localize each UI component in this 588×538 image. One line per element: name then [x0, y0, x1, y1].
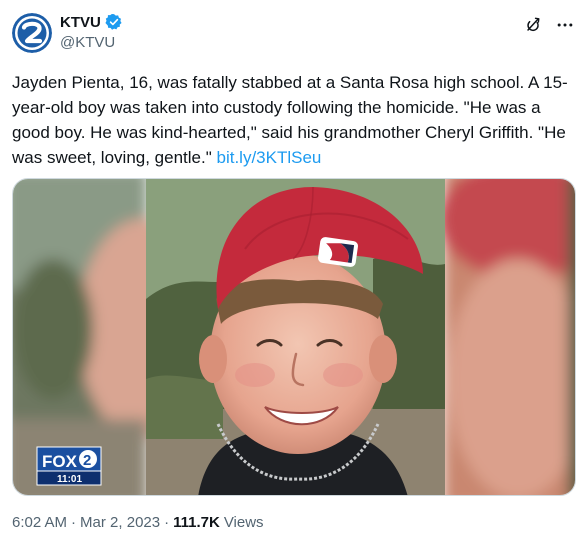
- avatar[interactable]: [12, 13, 52, 53]
- tweet: KTVU @KTVU Jayden Pienta, 16, was fatall…: [0, 0, 588, 538]
- tweet-meta: 6:02 AM · Mar 2, 2023 · 111.7K Views: [12, 514, 264, 531]
- views-label: Views: [223, 514, 264, 531]
- tweet-date[interactable]: Mar 2, 2023: [80, 514, 160, 531]
- handle[interactable]: @KTVU: [60, 34, 115, 51]
- tweet-link[interactable]: bit.ly/3KTlSeu: [216, 148, 321, 167]
- more-icon[interactable]: [554, 14, 576, 36]
- fox-label: FOX: [42, 452, 78, 471]
- name-row: KTVU: [60, 13, 123, 31]
- bug-time: 11:01: [57, 474, 82, 485]
- top-actions: [522, 14, 576, 36]
- meta-separator: ·: [71, 514, 77, 531]
- tweet-text: Jayden Pienta, 16, was fatally stabbed a…: [12, 70, 572, 170]
- tweet-time[interactable]: 6:02 AM: [12, 514, 67, 531]
- fox-number: 2: [83, 452, 91, 469]
- display-name[interactable]: KTVU: [60, 14, 101, 31]
- meta-separator-2: ·: [164, 514, 170, 531]
- views-count: 111.7K: [173, 514, 220, 531]
- ktvu-2-logo-icon: [12, 13, 52, 53]
- fox2-logo: FOX 2 11:01: [36, 446, 102, 486]
- grok-icon[interactable]: [522, 14, 544, 36]
- tweet-photo[interactable]: FOX 2 11:01: [12, 178, 576, 496]
- photo-image: FOX 2 11:01: [13, 179, 575, 495]
- verified-badge-icon: [105, 13, 123, 31]
